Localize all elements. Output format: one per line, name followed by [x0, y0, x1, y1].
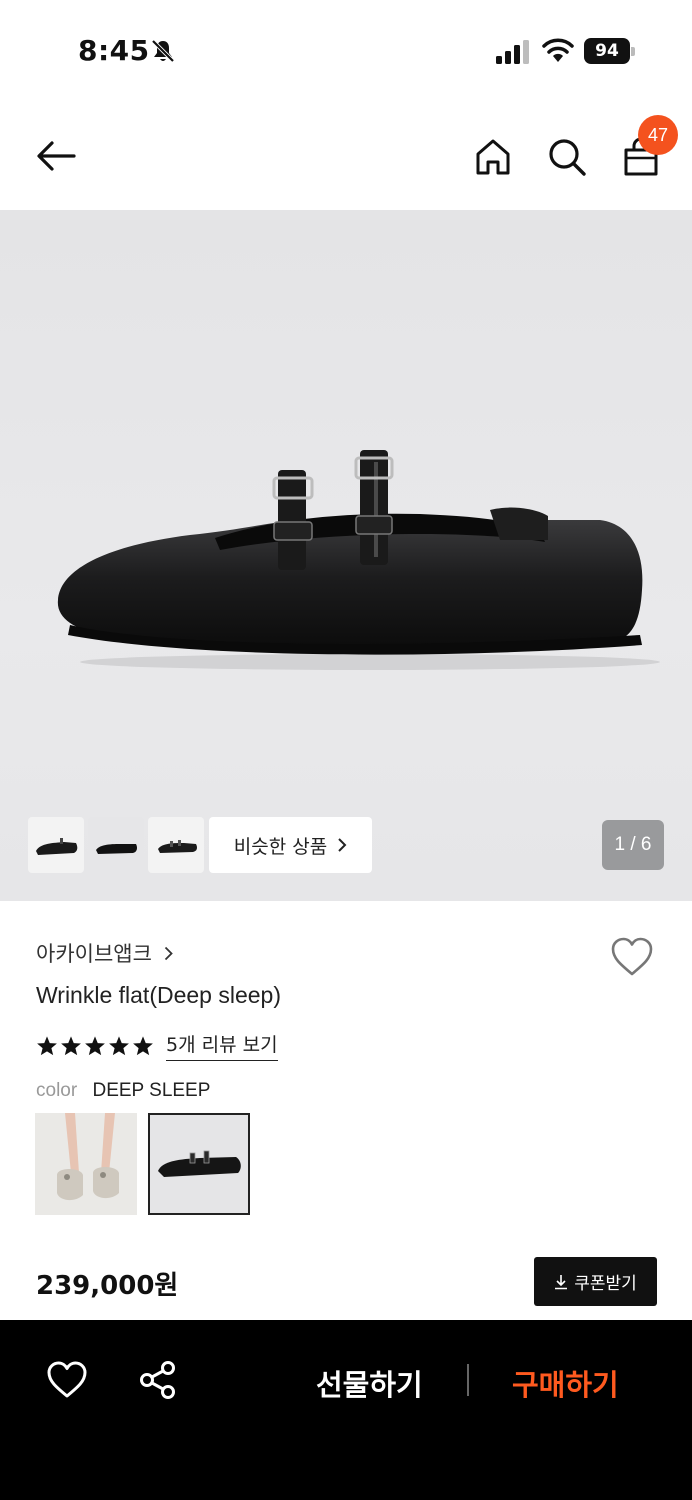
product-price: 239,000원: [36, 1271, 179, 1301]
swatch-photo: [35, 1113, 137, 1215]
product-image-gallery[interactable]: 비슷한 상품 1 / 6: [0, 210, 692, 901]
image-page-indicator: 1 / 6: [602, 820, 664, 870]
top-navigation: [0, 100, 692, 210]
color-option-label: color DEEP SLEEP: [36, 1080, 210, 1102]
chevron-right-icon: [164, 946, 173, 960]
brand-name: 아카이브앱크: [36, 942, 152, 966]
search-icon[interactable]: [546, 136, 588, 178]
coupon-download-button[interactable]: 쿠폰받기: [534, 1257, 657, 1306]
wifi-icon: [542, 38, 574, 62]
similar-products-button[interactable]: 비슷한 상품: [209, 817, 372, 873]
battery-icon: 94: [584, 38, 636, 64]
download-icon: [555, 1274, 568, 1289]
buy-button[interactable]: 구매하기: [512, 1362, 619, 1404]
cellular-signal-icon: [496, 40, 529, 64]
bell-muted-icon: [151, 39, 175, 63]
battery-level: 94: [584, 38, 630, 64]
home-icon[interactable]: [472, 136, 514, 178]
product-photo: [57, 450, 660, 670]
review-link[interactable]: 5개 리뷰 보기: [166, 1030, 278, 1061]
status-time: 8:45: [78, 34, 150, 67]
divider: [467, 1364, 469, 1396]
swatch-photo: [150, 1115, 248, 1213]
star-icon: [109, 1035, 129, 1055]
color-label: color: [36, 1080, 78, 1101]
gift-button[interactable]: 선물하기: [316, 1362, 423, 1404]
color-swatch[interactable]: [35, 1113, 137, 1215]
status-bar: 8:45 94: [0, 0, 692, 100]
wishlist-heart-icon[interactable]: [46, 1360, 88, 1400]
thumbnail[interactable]: [28, 817, 84, 873]
back-arrow-icon[interactable]: [34, 136, 78, 176]
star-icon: [37, 1035, 57, 1055]
thumbnail[interactable]: [88, 817, 144, 873]
star-icon: [85, 1035, 105, 1055]
star-rating: [36, 1035, 154, 1057]
rating-row: 5개 리뷰 보기: [36, 1030, 278, 1061]
color-value: DEEP SLEEP: [92, 1080, 211, 1101]
color-swatch-selected[interactable]: [148, 1113, 250, 1215]
star-icon: [133, 1035, 153, 1055]
star-icon: [61, 1035, 81, 1055]
share-icon[interactable]: [138, 1360, 178, 1400]
wishlist-heart-icon[interactable]: [610, 936, 654, 978]
coupon-label: 쿠폰받기: [574, 1274, 637, 1294]
cart-count-badge: 47: [638, 115, 678, 155]
product-title: Wrinkle flat(Deep sleep): [36, 982, 282, 1008]
brand-link[interactable]: 아카이브앱크: [36, 938, 173, 968]
bottom-action-bar: 선물하기 구매하기: [0, 1320, 692, 1500]
thumbnail[interactable]: [148, 817, 204, 873]
chevron-right-icon: [338, 838, 347, 852]
similar-products-label: 비슷한 상품: [233, 835, 328, 858]
